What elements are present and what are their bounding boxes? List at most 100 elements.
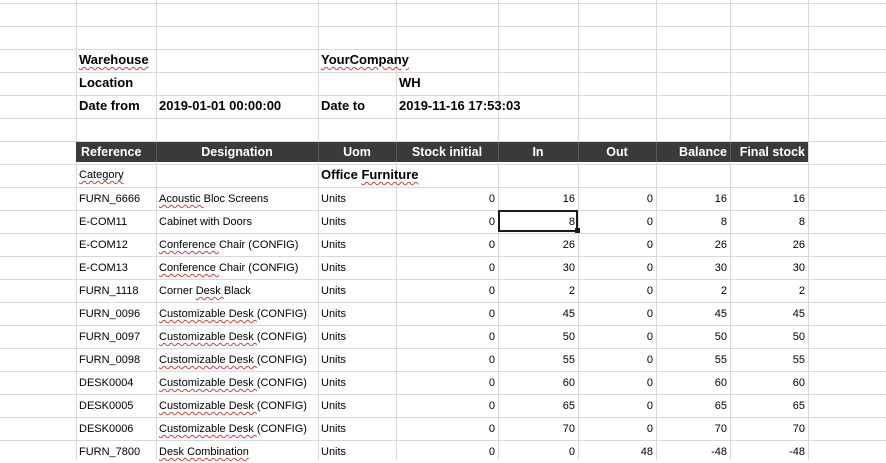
fill-handle[interactable] — [575, 228, 580, 233]
cell-designation[interactable]: Customizable Desk (CONFIG) — [156, 349, 318, 371]
cell-uom[interactable]: Units — [318, 418, 396, 440]
cell-final-stock[interactable]: 55 — [730, 349, 808, 371]
cell-uom[interactable]: Units — [318, 257, 396, 279]
cell-reference[interactable]: FURN_6666 — [76, 188, 156, 210]
cell-in[interactable]: 70 — [498, 418, 578, 440]
cell-out[interactable]: 0 — [578, 326, 656, 348]
cell-designation[interactable]: Customizable Desk (CONFIG) — [156, 395, 318, 417]
cell-stock-initial[interactable]: 0 — [396, 211, 498, 233]
column-header-uom[interactable]: Uom — [318, 142, 396, 162]
cell-uom[interactable]: Units — [318, 303, 396, 325]
date-to-label[interactable]: Date to — [318, 95, 396, 117]
cell-reference[interactable]: DESK0004 — [76, 372, 156, 394]
cell-in[interactable]: 16 — [498, 188, 578, 210]
cell-out[interactable]: 0 — [578, 395, 656, 417]
cell-stock-initial[interactable]: 0 — [396, 188, 498, 210]
cell-final-stock[interactable]: 45 — [730, 303, 808, 325]
cell-out[interactable]: 0 — [578, 280, 656, 302]
cell-uom[interactable]: Units — [318, 395, 396, 417]
warehouse-label[interactable]: Warehouse — [76, 49, 236, 71]
cell-reference[interactable]: FURN_0097 — [76, 326, 156, 348]
cell-in[interactable]: 2 — [498, 280, 578, 302]
cell-in[interactable]: 65 — [498, 395, 578, 417]
date-to-value[interactable]: 2019-11-16 17:53:03 — [396, 95, 576, 117]
date-from-label[interactable]: Date from — [76, 95, 156, 117]
cell-final-stock[interactable]: 60 — [730, 372, 808, 394]
cell-stock-initial[interactable]: 0 — [396, 372, 498, 394]
location-label[interactable]: Location — [76, 72, 236, 94]
cell-uom[interactable]: Units — [318, 349, 396, 371]
company-name[interactable]: YourCompany — [318, 49, 478, 71]
cell-in[interactable]: 50 — [498, 326, 578, 348]
cell-out[interactable]: 0 — [578, 188, 656, 210]
cell-balance[interactable]: 30 — [656, 257, 730, 279]
cell-reference[interactable]: E-COM12 — [76, 234, 156, 256]
cell-out[interactable]: 0 — [578, 418, 656, 440]
cell-in[interactable]: 45 — [498, 303, 578, 325]
category-value[interactable]: Office Furniture — [318, 164, 498, 186]
cell-stock-initial[interactable]: 0 — [396, 303, 498, 325]
cell-in[interactable]: 30 — [498, 257, 578, 279]
cell-balance[interactable]: 55 — [656, 349, 730, 371]
cell-out[interactable]: 0 — [578, 211, 656, 233]
cell-reference[interactable]: DESK0005 — [76, 395, 156, 417]
cell-uom[interactable]: Units — [318, 326, 396, 348]
cell-final-stock[interactable]: 50 — [730, 326, 808, 348]
column-header-reference[interactable]: Reference — [78, 142, 156, 162]
column-header-in[interactable]: In — [498, 142, 578, 162]
cell-reference[interactable]: DESK0006 — [76, 418, 156, 440]
cell-balance[interactable]: 2 — [656, 280, 730, 302]
cell-designation[interactable]: Customizable Desk (CONFIG) — [156, 326, 318, 348]
cell-balance[interactable]: 65 — [656, 395, 730, 417]
cell-reference[interactable]: E-COM11 — [76, 211, 156, 233]
cell-designation[interactable]: Conference Chair (CONFIG) — [156, 234, 318, 256]
cell-stock-initial[interactable]: 0 — [396, 280, 498, 302]
cell-reference[interactable]: FURN_0096 — [76, 303, 156, 325]
cell-uom[interactable]: Units — [318, 372, 396, 394]
cell-out[interactable]: 0 — [578, 303, 656, 325]
cell-designation[interactable]: Customizable Desk (CONFIG) — [156, 372, 318, 394]
cell-out[interactable]: 0 — [578, 234, 656, 256]
cell-final-stock[interactable]: 2 — [730, 280, 808, 302]
cell-balance[interactable]: 45 — [656, 303, 730, 325]
cell-final-stock[interactable]: 30 — [730, 257, 808, 279]
date-from-value[interactable]: 2019-01-01 00:00:00 — [156, 95, 318, 117]
cell-uom[interactable]: Units — [318, 211, 396, 233]
cell-designation[interactable]: Corner Desk Black — [156, 280, 318, 302]
cell-in[interactable]: 60 — [498, 372, 578, 394]
cell-in[interactable]: 55 — [498, 349, 578, 371]
column-header-balance[interactable]: Balance — [656, 142, 730, 162]
cell-balance[interactable]: 8 — [656, 211, 730, 233]
column-header-stock-initial[interactable]: Stock initial — [396, 142, 498, 162]
cell-reference[interactable]: E-COM13 — [76, 257, 156, 279]
cell-balance[interactable]: 60 — [656, 372, 730, 394]
cell-final-stock[interactable]: 16 — [730, 188, 808, 210]
cell-stock-initial[interactable]: 0 — [396, 395, 498, 417]
cell-designation[interactable]: Cabinet with Doors — [156, 211, 318, 233]
cell-reference[interactable]: FURN_0098 — [76, 349, 156, 371]
category-label[interactable]: Category — [76, 164, 156, 186]
cell-final-stock[interactable]: 8 — [730, 211, 808, 233]
location-value[interactable]: WH — [396, 72, 496, 94]
cell-final-stock[interactable]: 70 — [730, 418, 808, 440]
cell-stock-initial[interactable]: 0 — [396, 349, 498, 371]
cell-final-stock[interactable]: 65 — [730, 395, 808, 417]
cell-stock-initial[interactable]: 0 — [396, 326, 498, 348]
cell-uom[interactable]: Units — [318, 234, 396, 256]
cell-stock-initial[interactable]: 0 — [396, 257, 498, 279]
cell-in[interactable]: 26 — [498, 234, 578, 256]
cell-designation[interactable]: Acoustic Bloc Screens — [156, 188, 318, 210]
cell-stock-initial[interactable]: 0 — [396, 234, 498, 256]
cell-reference[interactable]: FURN_1118 — [76, 280, 156, 302]
cell-final-stock[interactable]: 26 — [730, 234, 808, 256]
cell-balance[interactable]: 16 — [656, 188, 730, 210]
cell-stock-initial[interactable]: 0 — [396, 418, 498, 440]
cell-designation[interactable]: Conference Chair (CONFIG) — [156, 257, 318, 279]
column-header-out[interactable]: Out — [578, 142, 656, 162]
cell-uom[interactable]: Units — [318, 188, 396, 210]
cell-balance[interactable]: 26 — [656, 234, 730, 256]
cell-designation[interactable]: Customizable Desk (CONFIG) — [156, 418, 318, 440]
cell-balance[interactable]: 50 — [656, 326, 730, 348]
cell-balance[interactable]: 70 — [656, 418, 730, 440]
column-header-designation[interactable]: Designation — [156, 142, 318, 162]
